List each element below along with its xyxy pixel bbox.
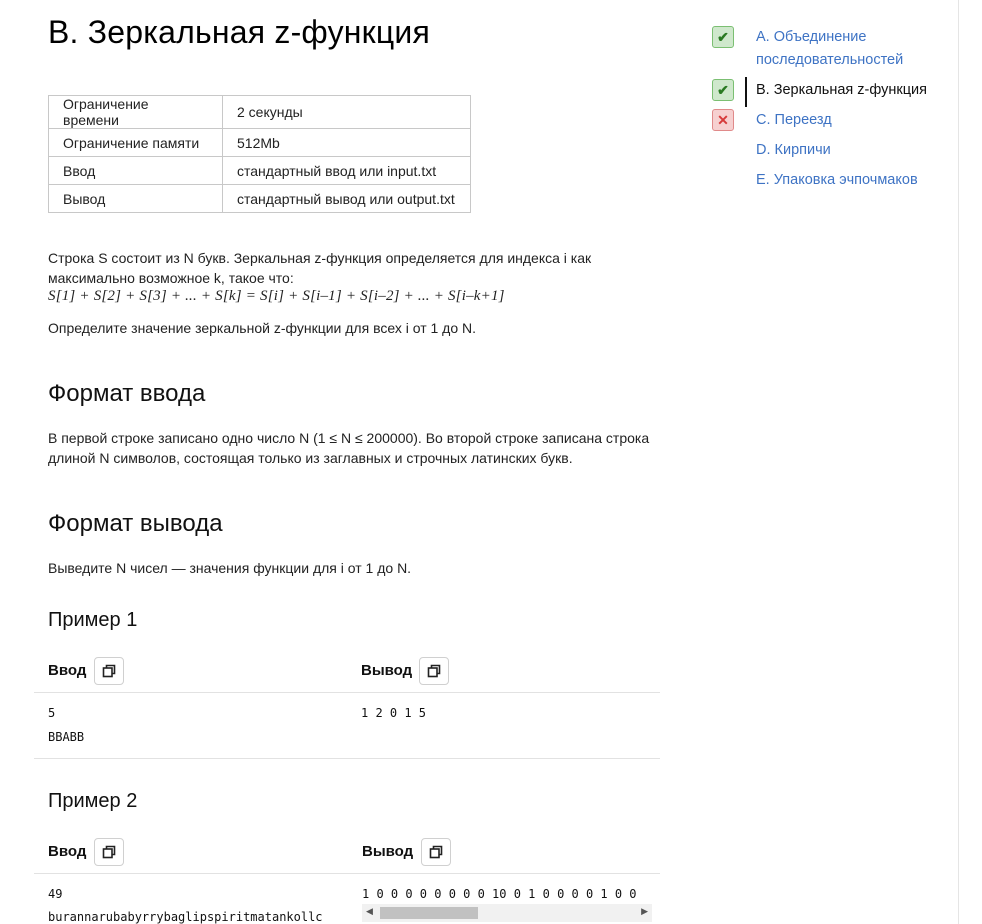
divider [34,758,660,759]
cross-icon: ✕ [712,109,734,131]
input-format-line: В первой строке записано одно число N (1… [48,430,650,446]
copy-icon [427,664,441,678]
sidebar-item-label[interactable]: C. Переезд [756,109,956,132]
limit-value: стандартный вывод или output.txt [222,184,471,213]
formula: S[1] + S[2] + S[3] + ... + S[k] = S[i] +… [48,288,505,304]
example-input-label: Ввод [48,843,87,860]
limits-table: Ограничение времени 2 секунды Ограничени… [48,95,471,213]
sidebar-item-label-line: A. Объединение [756,29,867,45]
sidebar-item-label[interactable]: E. Упаковка эчпочмаков [756,169,956,192]
problem-title: B. Зеркальная z-функция [48,14,431,50]
example-output-line: 1 0 0 0 0 0 0 0 0 10 0 1 0 0 0 0 1 0 0 [362,887,637,901]
statement-line: Строка S состоит из N букв. Зеркальная z… [48,250,592,266]
example-output-label: Вывод [362,843,414,860]
example-input-line: 5 [48,706,56,720]
sidebar-item-label[interactable]: D. Кирпичи [756,139,956,162]
sidebar-item-label-line: последовательностей [756,52,904,68]
limit-key: Ограничение памяти [48,128,223,157]
example-output-line: 1 2 0 1 5 [361,706,427,720]
example-input-line: burannarubabyrrybaglipspiritmatankollc [48,910,323,924]
limit-value: 512Mb [222,128,471,157]
copy-input-button[interactable] [94,657,124,685]
copy-icon [102,845,116,859]
copy-output-button[interactable] [421,838,451,866]
horizontal-scrollbar[interactable]: ◀ ▶ [362,904,652,922]
example-output-label: Вывод [361,662,413,679]
divider [34,873,660,874]
divider [34,692,660,693]
checkmark-icon: ✔ [712,26,734,48]
limit-key: Ввод [48,156,223,185]
example-title: Пример 1 [48,609,138,631]
active-indicator [745,77,747,107]
copy-output-button[interactable] [419,657,449,685]
table-row: Ограничение времени 2 секунды [48,95,471,129]
example-title: Пример 2 [48,790,138,812]
input-format-text: В первой строке записано одно число N (1… [48,428,658,468]
limit-key: Вывод [48,184,223,213]
statement-text: Строка S состоит из N букв. Зеркальная z… [48,248,658,288]
scrollbar-thumb[interactable] [380,907,478,919]
checkmark-icon: ✔ [712,79,734,101]
input-format-heading: Формат ввода [48,380,206,407]
input-format-line: длиной N символов, состоящая только из з… [48,450,573,466]
output-format-heading: Формат вывода [48,510,223,537]
example-input-label: Ввод [48,662,87,679]
limit-key: Ограничение времени [48,95,223,129]
output-format-text: Выведите N чисел — значения функции для … [48,560,412,576]
sidebar-divider [958,0,959,924]
table-row: Вывод стандартный вывод или output.txt [48,184,471,213]
limit-value: 2 секунды [222,95,471,129]
statement-line: максимально возможное k, такое что: [48,270,294,286]
sidebar-item-label[interactable]: B. Зеркальная z-функция [756,79,956,102]
sidebar-item-label[interactable]: A. Объединение последовательностей [756,26,956,72]
table-row: Ограничение памяти 512Mb [48,128,471,157]
limit-value: стандартный ввод или input.txt [222,156,471,185]
copy-icon [102,664,116,678]
copy-input-button[interactable] [94,838,124,866]
scroll-left-icon[interactable]: ◀ [366,906,373,917]
example-input-line: BBABB [48,730,85,744]
copy-icon [429,845,443,859]
task-text: Определите значение зеркальной z-функции… [48,320,477,336]
example-input-line: 49 [48,887,63,901]
scroll-right-icon[interactable]: ▶ [641,906,648,917]
table-row: Ввод стандартный ввод или input.txt [48,156,471,185]
